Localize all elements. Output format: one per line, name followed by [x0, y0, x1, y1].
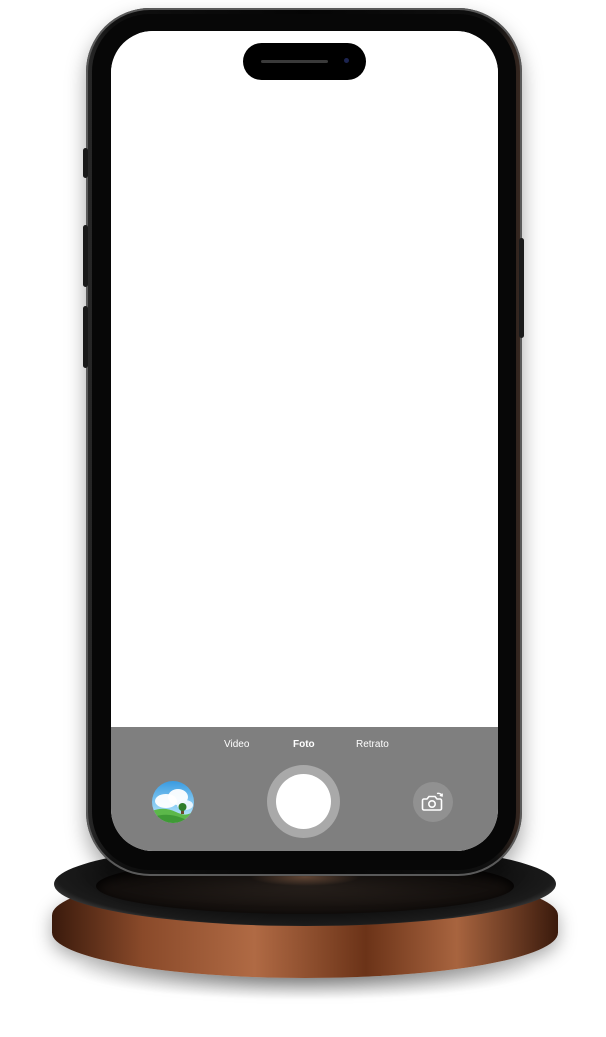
phone-screen: Video Foto Retrato — [111, 31, 498, 851]
gallery-thumbnail-icon[interactable] — [152, 781, 194, 823]
mode-photo-tab[interactable]: Foto — [293, 739, 315, 750]
shutter-button-icon — [276, 774, 331, 829]
flip-camera-button[interactable] — [413, 782, 453, 822]
volume-up-button — [83, 225, 88, 287]
shutter-button[interactable] — [267, 765, 340, 838]
front-camera-lens — [344, 58, 349, 63]
dynamic-island — [243, 43, 366, 80]
mode-portrait-tab[interactable]: Retrato — [356, 739, 389, 750]
silent-switch — [83, 148, 88, 178]
phone-camera-scene: Video Foto Retrato — [0, 0, 606, 1037]
gallery-thumbnail-image — [152, 781, 194, 823]
camera-viewfinder[interactable] — [111, 31, 498, 727]
power-button — [519, 238, 524, 338]
volume-down-button — [83, 306, 88, 368]
mode-video-tab[interactable]: Video — [224, 739, 249, 750]
flip-camera-icon — [421, 792, 443, 811]
earpiece-speaker — [261, 60, 328, 63]
camera-controls-bar: Video Foto Retrato — [111, 727, 498, 851]
